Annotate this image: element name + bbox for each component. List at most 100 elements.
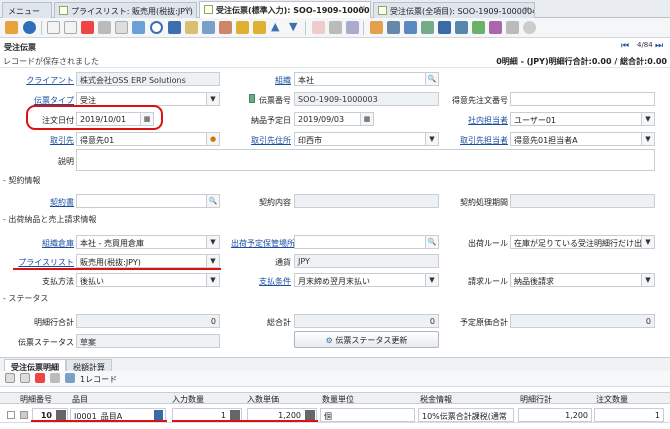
copy-record-icon[interactable] <box>64 21 77 34</box>
chevron-down-icon[interactable]: ▼ <box>206 236 219 248</box>
first-record-icon[interactable]: ⏮ <box>621 41 629 51</box>
number-pad-icon[interactable] <box>230 410 240 420</box>
org-label[interactable]: 組織 <box>231 75 291 86</box>
warehouse-label[interactable]: 組織倉庫 <box>8 238 74 249</box>
invoice-rule-select[interactable]: 納品後請求 ▼ <box>510 273 655 287</box>
undo-icon[interactable] <box>5 21 18 34</box>
grid-toggle-icon[interactable] <box>202 21 215 34</box>
refresh-icon[interactable] <box>132 21 145 34</box>
calendar-icon[interactable]: ▦ <box>360 113 373 125</box>
arrow-down-icon[interactable]: ▼ <box>289 21 302 34</box>
history-icon[interactable] <box>219 21 232 34</box>
bpartner-label[interactable]: 取引先 <box>8 135 74 146</box>
save-icon[interactable] <box>98 21 111 34</box>
uom-cell[interactable]: 個 <box>320 408 415 422</box>
export-icon[interactable] <box>472 21 485 34</box>
delivery-rule-select[interactable]: 在庫が足りている受注明細行だけ出荷 ▼ <box>510 235 655 249</box>
last-record-icon[interactable]: ⏭ <box>655 41 663 51</box>
customer-ref-input[interactable] <box>510 92 655 106</box>
contract-label[interactable]: 契約書 <box>8 197 74 208</box>
bp-contact-select[interactable]: 得意先01担当者A ▼ <box>510 132 655 146</box>
chevron-down-icon[interactable]: ▼ <box>425 133 438 145</box>
search-icon[interactable] <box>150 21 163 34</box>
grid-toggle-icon[interactable] <box>65 373 75 383</box>
edit-icon[interactable] <box>20 373 30 383</box>
bpartner-field[interactable]: 得意先01 ● <box>76 132 220 146</box>
col-line-no[interactable]: 明細番号 <box>20 394 52 405</box>
chat-icon[interactable] <box>185 21 198 34</box>
tax-cell[interactable]: 10%伝票合計課税(通常 <box>418 408 514 422</box>
payment-rule-select[interactable]: 後払い ▼ <box>76 273 220 287</box>
tab-pricelist[interactable]: プライスリスト: 販売用(税抜:JPY) ✕ <box>54 2 197 18</box>
row-edit-icon[interactable] <box>20 411 28 419</box>
search-icon[interactable]: 🔍 <box>425 236 438 248</box>
col-tax[interactable]: 税金情報 <box>420 394 452 405</box>
delete-icon[interactable] <box>35 373 45 383</box>
col-qty-ordered[interactable]: 注文数量 <box>596 394 628 405</box>
help-icon[interactable] <box>23 21 36 34</box>
doc-status-update-button[interactable]: ⚙ 伝票ステータス更新 <box>294 331 439 348</box>
ship-locator-label[interactable]: 出荷予定保管場所 <box>231 238 295 249</box>
request-icon[interactable] <box>404 21 417 34</box>
print-icon[interactable] <box>346 21 359 34</box>
close-icon[interactable]: ✕ <box>359 4 366 13</box>
description-textarea[interactable] <box>76 149 655 171</box>
chevron-down-icon[interactable]: ▼ <box>425 274 438 286</box>
attachment-icon[interactable] <box>168 21 181 34</box>
arrow-up-icon[interactable]: ▲ <box>271 21 284 34</box>
org-field[interactable]: 本社 🔍 <box>294 72 439 86</box>
chevron-down-icon[interactable]: ▼ <box>206 274 219 286</box>
contract-field[interactable]: 🔍 <box>76 194 220 208</box>
save-new-icon[interactable] <box>115 21 128 34</box>
tab-sales-order-standard[interactable]: 受注伝票(標準入力): SOO-1909-1000003 ✕ <box>199 1 371 19</box>
doctype-select[interactable]: 受注 ▼ <box>76 92 220 106</box>
chevron-down-icon[interactable]: ▼ <box>641 236 654 248</box>
payment-term-select[interactable]: 月末締め翌月末払い ▼ <box>294 273 439 287</box>
new-record-icon[interactable] <box>47 21 60 34</box>
zoom-across-icon[interactable] <box>370 21 383 34</box>
save-icon[interactable] <box>50 373 60 383</box>
product-icon[interactable] <box>154 410 163 420</box>
number-pad-icon[interactable] <box>305 410 315 420</box>
active-workflows-icon[interactable] <box>387 21 400 34</box>
ship-locator-field[interactable]: 🔍 <box>294 235 439 249</box>
search-icon[interactable]: 🔍 <box>206 195 219 207</box>
detail-record-icon[interactable] <box>253 21 266 34</box>
sales-rep-label[interactable]: 社内担当者 <box>450 115 508 126</box>
status-section-header[interactable]: - ステータス <box>3 293 48 304</box>
bp-contact-label[interactable]: 取引先担当者 <box>450 135 508 146</box>
tab-sales-order-full[interactable]: 受注伝票(全項目): SOO-1909-1000004 ✕ <box>373 2 535 18</box>
delivery-date-input[interactable]: 2019/09/03 ▦ <box>294 112 374 126</box>
delete-icon[interactable] <box>81 21 94 34</box>
col-line-total[interactable]: 明細行計 <box>520 394 552 405</box>
col-product[interactable]: 品目 <box>72 394 88 405</box>
report-icon[interactable] <box>312 21 325 34</box>
search-icon[interactable]: 🔍 <box>425 73 438 85</box>
process-icon[interactable] <box>455 21 468 34</box>
contract-section-header[interactable]: - 契約情報 <box>3 175 40 186</box>
number-pad-icon[interactable] <box>56 410 66 420</box>
exit-icon[interactable] <box>523 21 536 34</box>
bp-location-label[interactable]: 取引先住所 <box>231 135 291 146</box>
close-icon[interactable]: ✕ <box>185 5 192 14</box>
close-icon[interactable]: ✕ <box>523 5 530 14</box>
warehouse-select[interactable]: 本社 - 売買用倉庫 ▼ <box>76 235 220 249</box>
pricelist-select[interactable]: 販売用(税抜:JPY) ▼ <box>76 254 220 268</box>
chevron-down-icon[interactable]: ▼ <box>641 113 654 125</box>
pricelist-label[interactable]: プライスリスト <box>8 257 74 268</box>
client-label[interactable]: クライアント <box>8 75 74 86</box>
col-uom[interactable]: 数量単位 <box>322 394 354 405</box>
user-icon[interactable]: ● <box>206 133 219 145</box>
tab-menu[interactable]: メニュー <box>2 2 52 18</box>
row-select-checkbox[interactable] <box>7 411 15 419</box>
archive-icon[interactable] <box>329 21 342 34</box>
product-info-icon[interactable] <box>421 21 434 34</box>
payment-term-label[interactable]: 支払条件 <box>231 276 291 287</box>
col-qty-entered[interactable]: 入力数量 <box>172 394 204 405</box>
database-icon[interactable] <box>438 21 451 34</box>
chevron-down-icon[interactable]: ▼ <box>206 255 219 267</box>
parent-record-icon[interactable] <box>236 21 249 34</box>
bp-location-select[interactable]: 印西市 ▼ <box>294 132 439 146</box>
chevron-down-icon[interactable]: ▼ <box>206 93 219 105</box>
customize-icon[interactable] <box>489 21 502 34</box>
